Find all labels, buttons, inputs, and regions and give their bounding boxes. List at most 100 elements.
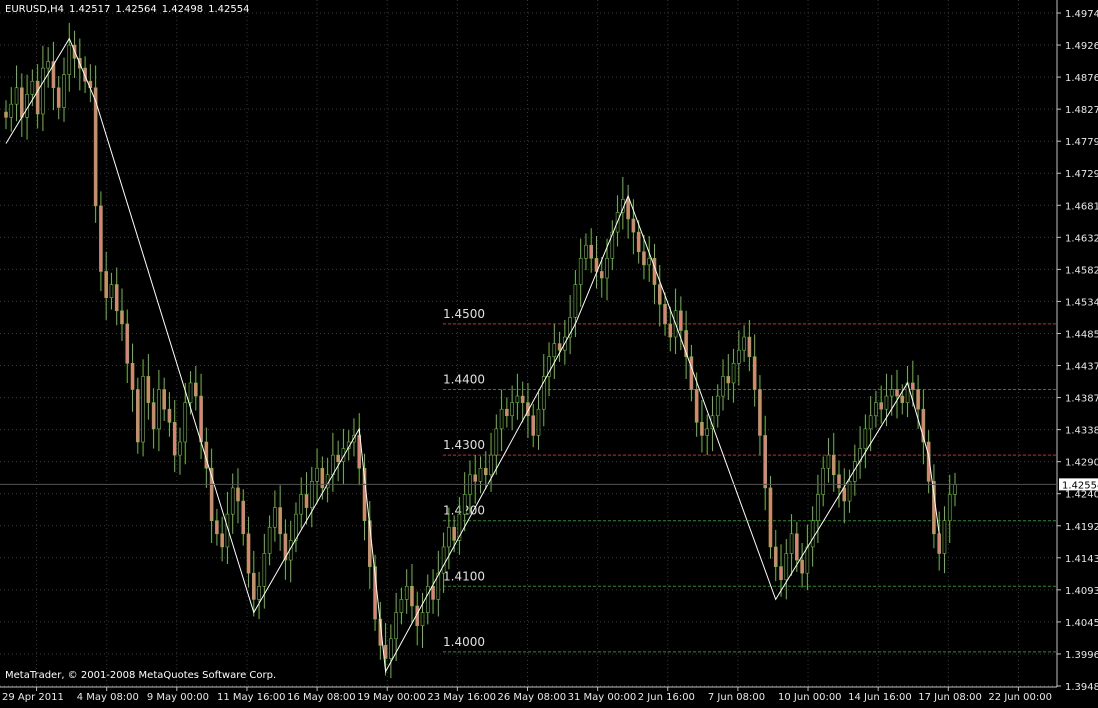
- bull-candle: [67, 44, 72, 75]
- time-tick-label: 9 May 00:00: [147, 692, 209, 703]
- bull-candle: [805, 546, 810, 574]
- level-label: 1.4500: [443, 307, 485, 321]
- bull-candle: [510, 402, 514, 417]
- bull-candle: [499, 408, 504, 430]
- price-tick-label: 1.41925: [1065, 522, 1098, 533]
- bear-candle: [120, 310, 124, 325]
- bull-candle: [41, 67, 45, 115]
- bear-candle: [236, 487, 240, 502]
- bull-candle: [889, 389, 894, 397]
- bull-candle: [309, 481, 314, 508]
- time-tick-label: 22 Jun 00:00: [988, 692, 1052, 703]
- time-tick-label: 4 May 08:00: [77, 692, 139, 703]
- close-value: 1.42554: [208, 4, 250, 15]
- price-tick-label: 1.48765: [1065, 73, 1098, 84]
- bear-candle: [626, 198, 630, 220]
- price-tick-label: 1.45825: [1065, 265, 1098, 276]
- bull-candle: [784, 553, 789, 581]
- bear-candle: [4, 111, 8, 118]
- bull-candle: [605, 258, 609, 279]
- bull-candle: [178, 441, 182, 456]
- bull-candle: [157, 389, 161, 430]
- bear-candle: [125, 323, 130, 364]
- bull-candle: [494, 428, 499, 456]
- time-tick-label: 10 Jun 00:00: [778, 692, 842, 703]
- bull-candle: [425, 585, 430, 613]
- bull-candle: [552, 343, 557, 358]
- bull-candle: [183, 402, 188, 443]
- bear-candle: [642, 251, 646, 266]
- bear-candle: [831, 454, 836, 476]
- current-price-label: 1.42554: [1062, 480, 1098, 491]
- bull-candle: [331, 454, 335, 476]
- bear-candle: [800, 559, 804, 574]
- bull-candle: [462, 494, 467, 515]
- price-tick-label: 1.39960: [1065, 650, 1098, 661]
- time-tick-label: 29 Apr 2011: [2, 692, 64, 703]
- chart-window[interactable]: 1.45001.44001.43001.42001.41001.4000 1.4…: [0, 0, 1098, 704]
- price-tick-label: 1.43380: [1065, 426, 1098, 437]
- symbol-label: EURUSD,H4: [5, 4, 65, 15]
- bear-candle: [199, 395, 203, 443]
- price-tick-label: 1.44850: [1065, 329, 1098, 340]
- bull-candle: [573, 284, 578, 318]
- bear-candle: [220, 533, 224, 548]
- bull-candle: [404, 585, 409, 600]
- bull-candle: [262, 553, 267, 587]
- bull-candle: [399, 599, 404, 613]
- bear-candle: [879, 402, 883, 410]
- bull-candle: [273, 507, 277, 528]
- bear-candle: [694, 389, 699, 423]
- bear-candle: [114, 284, 119, 312]
- bear-candle: [151, 402, 156, 430]
- bear-candle: [773, 546, 778, 567]
- bear-candle: [700, 422, 704, 436]
- bull-candle: [705, 428, 710, 436]
- bull-candle: [742, 336, 746, 351]
- bull-candle: [230, 487, 235, 515]
- time-tick-label: 23 May 16:00: [427, 692, 496, 703]
- bear-candle: [747, 336, 752, 358]
- bear-candle: [336, 454, 340, 462]
- bull-candle: [489, 454, 493, 476]
- bear-candle: [304, 494, 309, 508]
- bear-candle: [689, 356, 694, 390]
- bull-candle: [389, 638, 393, 659]
- bear-candle: [911, 382, 915, 390]
- bull-candle: [46, 61, 50, 69]
- high-value: 1.42564: [115, 4, 157, 15]
- bear-candle: [505, 408, 509, 417]
- chart-header: EURUSD,H4 1.42517 1.42564 1.42498 1.42554: [5, 4, 254, 15]
- bear-candle: [842, 487, 847, 502]
- bull-candle: [863, 428, 868, 449]
- bull-candle: [942, 520, 947, 554]
- bear-candle: [146, 376, 151, 403]
- bear-candle: [557, 343, 562, 351]
- bear-candle: [758, 389, 762, 436]
- bull-candle: [14, 87, 19, 105]
- bear-candle: [752, 356, 757, 390]
- bull-candle: [188, 382, 193, 403]
- bear-candle: [657, 284, 662, 305]
- price-tick-label: 1.39480: [1065, 682, 1098, 693]
- bull-candle: [826, 454, 831, 469]
- price-tick-label: 1.46320: [1065, 233, 1098, 244]
- price-chart[interactable]: 1.45001.44001.43001.42001.41001.4000 1.4…: [0, 0, 1098, 704]
- bear-candle: [162, 389, 166, 410]
- bear-candle: [895, 389, 899, 397]
- bear-candle: [589, 244, 594, 259]
- price-tick-label: 1.47295: [1065, 169, 1098, 180]
- bear-candle: [768, 487, 773, 548]
- bull-candle: [420, 612, 425, 626]
- level-label: 1.4400: [443, 373, 485, 387]
- bear-candle: [663, 303, 667, 325]
- bear-candle: [652, 258, 657, 285]
- bear-candle: [916, 389, 920, 410]
- bull-candle: [816, 494, 820, 522]
- bear-candle: [35, 80, 40, 115]
- bear-candle: [99, 205, 103, 272]
- level-label: 1.4100: [443, 569, 485, 583]
- time-tick-label: 11 May 16:00: [217, 692, 286, 703]
- bear-candle: [531, 415, 536, 436]
- bear-candle: [520, 395, 525, 403]
